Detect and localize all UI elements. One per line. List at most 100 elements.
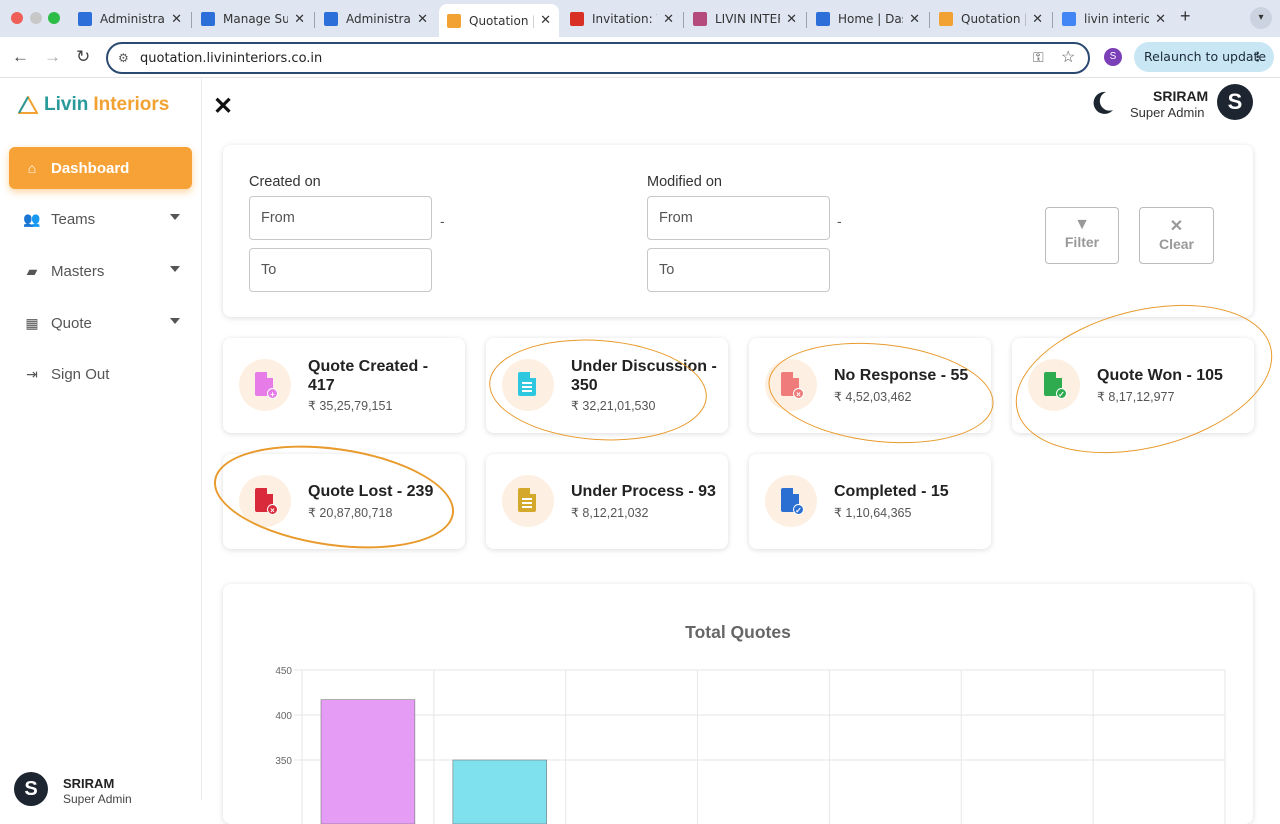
tab-favicon-icon <box>201 12 215 26</box>
site-info-icon[interactable]: ⚙ <box>118 51 129 65</box>
sidebar-item-masters[interactable]: ▰ Masters <box>9 250 192 292</box>
back-icon[interactable]: ← <box>12 47 29 67</box>
card-icon-mark: ✓ <box>1056 388 1067 399</box>
sidebar-item-label: Sign Out <box>51 365 110 383</box>
clear-button[interactable]: ✕ Clear <box>1139 207 1214 264</box>
browser-tab[interactable]: Administrat ✕ <box>316 4 436 34</box>
sidebar-item-teams[interactable]: 👥 Teams <box>9 198 192 240</box>
tab-close-icon[interactable]: ✕ <box>417 12 428 27</box>
bar-quote-created <box>320 699 416 824</box>
status-card[interactable]: ✓ Completed - 15 ₹ 1,10,64,365 <box>749 454 991 549</box>
tab-close-icon[interactable]: ✕ <box>663 12 674 27</box>
url-field[interactable]: ⚙ quotation.livininteriors.co.in ⚿ ☆ <box>106 42 1090 74</box>
status-card[interactable]: × Quote Lost - 239 ₹ 20,87,80,718 <box>223 454 465 549</box>
new-tab-button[interactable]: + <box>1180 6 1191 27</box>
card-icon-mark: ✓ <box>793 504 804 515</box>
tab-close-icon[interactable]: ✕ <box>294 12 305 27</box>
sidebar-item-label: Masters <box>51 262 105 280</box>
sidebar-item-label: Teams <box>51 210 96 228</box>
minimize-window-button[interactable] <box>30 12 42 24</box>
card-icon-badge: + <box>239 359 291 411</box>
modified-to-input[interactable]: To <box>647 248 830 292</box>
sidebar-item-sign-out[interactable]: ⇥ Sign Out <box>9 353 192 395</box>
created-to-input[interactable]: To <box>249 248 432 292</box>
tab-favicon-icon <box>816 12 830 26</box>
browser-tab[interactable]: Quotation | ✕ <box>439 4 559 37</box>
forward-icon[interactable]: → <box>44 47 61 67</box>
relaunch-button[interactable]: Relaunch to update ⋮ <box>1134 42 1274 72</box>
browser-tab[interactable]: livin interio ✕ <box>1054 4 1174 34</box>
status-card[interactable]: Under Discussion - 350 ₹ 32,21,01,530 <box>486 338 728 433</box>
filter-panel: Created on From - To Modified on From - … <box>223 145 1253 317</box>
browser-tab[interactable]: Administrat ✕ <box>70 4 190 34</box>
sidebar-item-dashboard[interactable]: ⌂ Dashboard <box>9 147 192 189</box>
tab-favicon-icon <box>447 13 461 28</box>
browser-tab[interactable]: Manage Sul ✕ <box>193 4 313 34</box>
sidebar-item-quote[interactable]: ▦ Quote <box>9 302 192 344</box>
close-window-button[interactable] <box>11 12 23 24</box>
tab-close-icon[interactable]: ✕ <box>540 13 551 28</box>
card-title: Under Process - 93 <box>571 483 716 500</box>
browser-tab[interactable]: Invitation: V ✕ <box>562 4 682 34</box>
doc-line <box>522 386 532 388</box>
kebab-menu-icon[interactable]: ⋮ <box>1252 42 1265 72</box>
tab-title: Administrat <box>346 12 412 26</box>
doc-line <box>522 506 532 508</box>
home-icon: ⌂ <box>27 160 37 176</box>
tab-title: Manage Sul <box>223 12 289 26</box>
tab-search-icon[interactable]: ▾ <box>1250 7 1272 29</box>
sidebar-item-label: Quote <box>51 314 92 332</box>
doc-line <box>522 390 532 392</box>
url-text[interactable]: quotation.livininteriors.co.in <box>140 51 322 66</box>
y-tick-label: 350 <box>275 756 292 767</box>
funnel-icon: ▼ <box>1074 216 1090 233</box>
bookmark-star-icon[interactable]: ☆ <box>1061 47 1075 67</box>
tab-close-icon[interactable]: ✕ <box>786 12 797 27</box>
tab-close-icon[interactable]: ✕ <box>1032 12 1043 27</box>
status-card[interactable]: Under Process - 93 ₹ 8,12,21,032 <box>486 454 728 549</box>
sidebar-item-label: Dashboard <box>51 159 130 177</box>
modified-from-input[interactable]: From <box>647 196 830 240</box>
filter-button[interactable]: ▼ Filter <box>1045 207 1119 264</box>
tab-close-icon[interactable]: ✕ <box>1155 12 1166 27</box>
browser-tab[interactable]: LIVIN INTER ✕ <box>685 4 805 34</box>
created-on-label: Created on <box>249 174 321 190</box>
card-amount: ₹ 35,25,79,151 <box>308 399 393 413</box>
tab-separator <box>929 12 930 28</box>
status-card[interactable]: + Quote Created - 417 ₹ 35,25,79,151 <box>223 338 465 433</box>
close-icon[interactable]: ✕ <box>213 92 233 121</box>
status-card[interactable]: × No Response - 55 ₹ 4,52,03,462 <box>749 338 991 433</box>
card-title: Quote Created - 417 <box>308 358 429 394</box>
brand-word-interiors: Interiors <box>93 94 170 115</box>
main-content: ✕ SRIRAM Super Admin S Created on From -… <box>203 78 1280 824</box>
boxes-icon: ▦ <box>25 314 39 331</box>
modified-on-label: Modified on <box>647 174 722 190</box>
doc-line <box>522 498 532 500</box>
document-icon <box>518 372 536 396</box>
dark-mode-moon-icon[interactable] <box>1087 88 1117 118</box>
card-icon-badge: × <box>765 359 817 411</box>
profile-avatar[interactable]: S <box>1104 48 1122 66</box>
avatar: S <box>14 772 48 806</box>
maximize-window-button[interactable] <box>48 12 60 24</box>
tab-close-icon[interactable]: ✕ <box>909 12 920 27</box>
chevron-down-icon[interactable] <box>170 266 180 272</box>
status-card[interactable]: ✓ Quote Won - 105 ₹ 8,17,12,977 <box>1012 338 1254 433</box>
tab-separator <box>191 12 192 28</box>
chevron-down-icon[interactable] <box>170 214 180 220</box>
chevron-down-icon[interactable] <box>170 318 180 324</box>
browser-tab[interactable]: Home | Das ✕ <box>808 4 928 34</box>
browser-tab[interactable]: Quotation | ✕ <box>931 4 1051 34</box>
tab-title: livin interio <box>1084 12 1150 26</box>
sidebar: Livin Interiors ⌂ Dashboard 👥 Teams ▰ Masters… <box>0 78 202 806</box>
tab-separator <box>1052 12 1053 28</box>
tab-close-icon[interactable]: ✕ <box>171 12 182 27</box>
card-icon-badge <box>502 475 554 527</box>
header-avatar[interactable]: S <box>1217 84 1253 120</box>
password-key-icon[interactable]: ⚿ <box>1033 49 1044 66</box>
reload-icon[interactable]: ↻ <box>76 47 90 67</box>
doc-line <box>522 502 532 504</box>
created-from-input[interactable]: From <box>249 196 432 240</box>
brand-logo[interactable]: Livin Interiors <box>18 94 169 116</box>
filter-button-label: Filter <box>1064 234 1100 250</box>
